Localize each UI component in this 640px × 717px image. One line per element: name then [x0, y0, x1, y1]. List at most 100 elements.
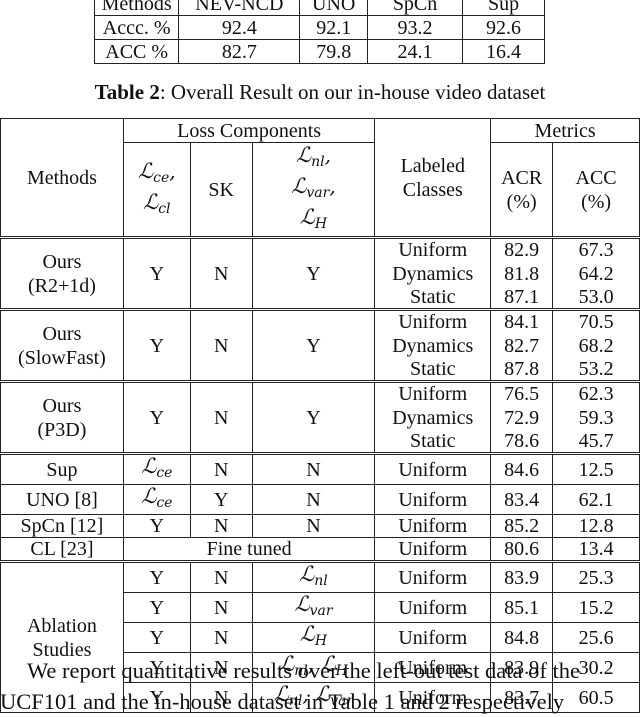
column-header: SpCn: [367, 0, 464, 16]
acr-cell: 84.8: [490, 622, 554, 653]
sk-cell: Y: [189, 484, 253, 515]
method-cell-line: (SlowFast): [18, 346, 106, 369]
labeled-classes-cell: Uniform: [374, 537, 492, 562]
labeled-classes-header: Labeled Classes: [374, 118, 492, 238]
column-header: Sup: [462, 0, 545, 16]
metrics-header: Metrics: [490, 118, 640, 143]
labeled-classes-header-line: Labeled: [400, 154, 465, 177]
table-cell: 92.6: [462, 15, 545, 40]
column-header: Methods: [93, 0, 180, 16]
loss-ce-cell: ℒce: [122, 452, 191, 485]
fine-tuned-cell: Fine tuned: [122, 537, 376, 562]
sk-cell: N: [189, 236, 253, 310]
math-expression: ℒnl: [299, 562, 328, 589]
top-table-row: ACC % 82.7 79.8 24.1 16.4: [93, 39, 545, 64]
acr-cell: 82.7: [490, 333, 554, 358]
acr-cell: 84.1: [490, 308, 554, 334]
labeled-classes-header-line: Classes: [402, 178, 463, 201]
loss-ce-cell: Y: [122, 622, 191, 653]
acc-cell: 25.3: [552, 560, 640, 593]
sk-cell: N: [189, 514, 253, 538]
acc-cell: 62.3: [552, 380, 640, 406]
labeled-classes-cell: Uniform: [374, 452, 492, 485]
labeled-classes-cell: Dynamics: [374, 405, 492, 430]
acr-cell: 76.5: [490, 380, 554, 406]
table-row: Ablation Studies Y N ℒnl Uniform 83.9 25.3: [0, 560, 640, 713]
labeled-classes-cell: Uniform: [374, 622, 492, 653]
acc-cell: 45.7: [552, 429, 640, 454]
method-cell-line: Ours: [42, 394, 82, 417]
loss-ce-cell: Y: [122, 380, 191, 454]
method-cell: Sup: [0, 452, 124, 485]
math-expression: ℒvar: [294, 592, 333, 619]
method-cell-line: (P3D): [37, 418, 87, 441]
loss-components-header: Loss Components: [122, 118, 376, 143]
body-paragraph: We report quantitative results over the …: [0, 655, 640, 717]
results-table: Methods Loss Components Labeled Classes Metr…: [0, 118, 640, 713]
math-expression: ℒce: [141, 484, 173, 511]
header-row: Methods Loss Components Labeled Classes Metr…: [0, 118, 640, 238]
sk-cell: N: [189, 622, 253, 653]
loss-nl-cell: ℒvar: [251, 592, 376, 623]
math-expression: ℒce: [141, 454, 173, 481]
labeled-classes-cell: Uniform: [374, 592, 492, 623]
acr-cell: 83.9: [490, 560, 554, 593]
table-row: Ours (SlowFast) Y N Y Uniform 84.1 70.5: [0, 308, 640, 382]
loss-nl-var-h-header-line: ℒH: [299, 205, 328, 232]
loss-nl-var-h-header: ℒnl, ℒvar, ℒH: [251, 142, 376, 238]
acr-cell: 84.6: [490, 452, 554, 485]
loss-nl-var-h-header-line: ℒnl,: [295, 143, 331, 170]
sk-cell: N: [189, 560, 253, 593]
table-cell: 92.1: [299, 15, 369, 40]
acr-cell: 81.8: [490, 261, 554, 286]
acc-cell: 15.2: [552, 592, 640, 623]
acr-header-line: ACR: [501, 166, 543, 189]
labeled-classes-cell: Static: [374, 357, 492, 382]
ablation-method-cell-line: Ablation: [26, 614, 97, 637]
sk-cell: N: [189, 308, 253, 382]
caption-text: : Overall Result on our in-house video d…: [159, 80, 546, 104]
labeled-classes-cell: Uniform: [374, 380, 492, 406]
paragraph-line: We report quantitative results over the …: [27, 658, 580, 683]
top-table-header-row: Methods NEV-NCD UNO SpCn Sup: [93, 0, 545, 16]
acc-cell: 64.2: [552, 261, 640, 286]
sk-cell: N: [189, 380, 253, 454]
labeled-classes-cell: Static: [374, 285, 492, 310]
table-cell: 24.1: [367, 39, 464, 64]
loss-nl-cell: N: [251, 514, 376, 538]
table-cell: 82.7: [178, 39, 301, 64]
acc-cell: 67.3: [552, 236, 640, 262]
acc-cell: 70.5: [552, 308, 640, 334]
loss-nl-cell: ℒnl: [251, 560, 376, 593]
acr-header-line: (%): [506, 190, 537, 213]
labeled-classes-cell: Uniform: [374, 308, 492, 334]
table-cell: 92.4: [178, 15, 301, 40]
table-row: Ours (R2+1d) Y N Y Uniform 82.9 67.3: [0, 236, 640, 310]
loss-nl-cell: N: [251, 452, 376, 485]
methods-header: Methods: [0, 118, 124, 238]
column-header: NEV-NCD: [178, 0, 301, 16]
acr-cell: 83.4: [490, 484, 554, 515]
loss-ce-cell: Y: [122, 560, 191, 593]
loss-ce-cl-header: ℒce, ℒcl: [122, 142, 191, 238]
method-cell-line: Ours: [42, 250, 82, 273]
method-cell-line: Ours: [42, 322, 82, 345]
acc-cell: 12.8: [552, 514, 640, 538]
labeled-classes-cell: Dynamics: [374, 333, 492, 358]
acc-header-line: ACC: [575, 166, 617, 189]
caption-label: Table 2: [94, 80, 160, 104]
labeled-classes-cell: Dynamics: [374, 261, 492, 286]
loss-ce-cell: Y: [122, 236, 191, 310]
method-cell: CL [23]: [0, 537, 124, 562]
loss-ce-cell: Y: [122, 308, 191, 382]
method-cell: UNO [8]: [0, 484, 124, 515]
labeled-classes-cell: Uniform: [374, 484, 492, 515]
labeled-classes-cell: Uniform: [374, 236, 492, 262]
method-cell: SpCn [12]: [0, 514, 124, 538]
labeled-classes-cell: Static: [374, 429, 492, 454]
loss-ce-cl-header-line: ℒcl: [143, 189, 171, 217]
acr-cell: 85.1: [490, 592, 554, 623]
acc-cell: 13.4: [552, 537, 640, 562]
loss-nl-var-h-header-line: ℒvar,: [291, 174, 336, 201]
acc-cell: 53.0: [552, 285, 640, 310]
